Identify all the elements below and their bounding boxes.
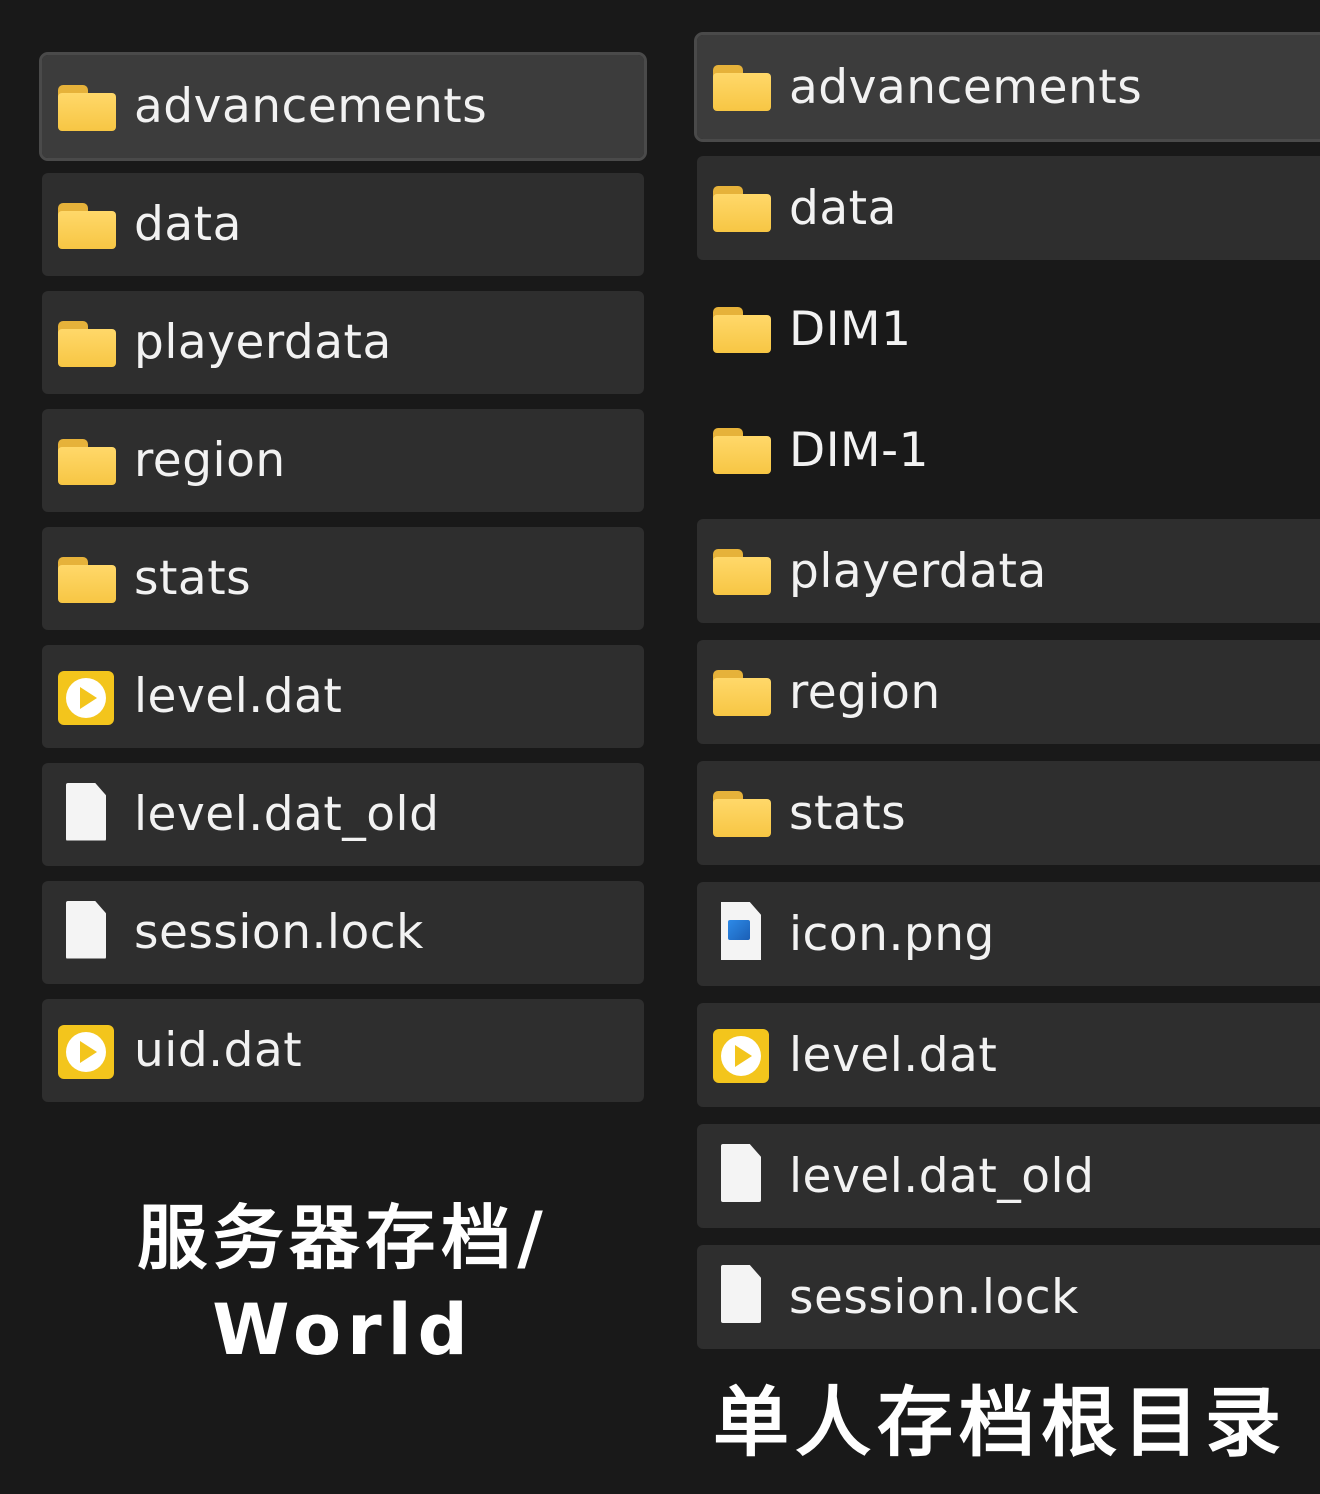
file-name: session.lock [134, 905, 424, 960]
file-row-stats[interactable]: stats [42, 527, 644, 630]
file-row-level-dat[interactable]: level.dat [697, 1003, 1320, 1107]
file-row-playerdata[interactable]: playerdata [697, 519, 1320, 623]
singleplayer-root-file-list: advancements data DIM1 DIM-1 playerdata … [694, 32, 1320, 1366]
file-icon [56, 782, 118, 841]
folder-icon [711, 61, 773, 113]
file-name: session.lock [789, 1269, 1079, 1325]
file-row-region[interactable]: region [42, 409, 644, 512]
file-name: region [789, 664, 941, 720]
folder-icon [711, 545, 773, 597]
file-name: playerdata [134, 315, 392, 370]
folder-icon [711, 182, 773, 234]
file-row-uid-dat[interactable]: uid.dat [42, 999, 644, 1102]
file-name: DIM-1 [789, 422, 929, 478]
file-name: DIM1 [789, 301, 912, 357]
folder-icon [56, 435, 118, 487]
file-icon [711, 1144, 773, 1202]
file-name: stats [789, 785, 907, 841]
singleplayer-root-caption: 单人存档根目录 [713, 1378, 1287, 1467]
file-name: level.dat [789, 1027, 998, 1083]
folder-icon [711, 424, 773, 476]
caption-line-1: 服务器存档/ [137, 1197, 549, 1279]
file-row-dim1[interactable]: DIM1 [697, 277, 1320, 381]
dat-file-icon [711, 1029, 773, 1083]
file-name: data [789, 180, 897, 236]
file-name: advancements [789, 59, 1143, 115]
folder-icon [56, 317, 118, 369]
image-file-icon [711, 902, 773, 960]
folder-icon [711, 666, 773, 718]
file-row-dim-minus1[interactable]: DIM-1 [697, 398, 1320, 502]
server-world-file-list: advancements data playerdata region stat… [39, 52, 647, 1117]
file-name: data [134, 197, 242, 252]
file-row-icon-png[interactable]: icon.png [697, 882, 1320, 986]
folder-icon [711, 787, 773, 839]
dat-file-icon [56, 1024, 118, 1079]
file-icon [711, 1265, 773, 1323]
file-row-session-lock[interactable]: session.lock [42, 881, 644, 984]
file-name: icon.png [789, 906, 995, 962]
file-row-data[interactable]: data [697, 156, 1320, 260]
folder-icon [711, 303, 773, 355]
file-icon [56, 900, 118, 959]
file-name: region [134, 433, 286, 488]
file-name: playerdata [789, 543, 1047, 599]
file-row-playerdata[interactable]: playerdata [42, 291, 644, 394]
file-name: advancements [134, 79, 488, 134]
file-row-stats[interactable]: stats [697, 761, 1320, 865]
file-row-level-dat[interactable]: level.dat [42, 645, 644, 748]
file-name: level.dat [134, 669, 343, 724]
file-row-region[interactable]: region [697, 640, 1320, 744]
file-row-session-lock[interactable]: session.lock [697, 1245, 1320, 1349]
file-name: stats [134, 551, 252, 606]
file-row-advancements[interactable]: advancements [694, 32, 1320, 142]
file-row-level-dat-old[interactable]: level.dat_old [697, 1124, 1320, 1228]
folder-icon [56, 553, 118, 605]
file-name: level.dat_old [134, 787, 440, 842]
caption-line-2: World [212, 1289, 474, 1371]
file-name: level.dat_old [789, 1148, 1095, 1204]
folder-icon [56, 81, 118, 133]
dat-file-icon [56, 670, 118, 725]
file-row-data[interactable]: data [42, 173, 644, 276]
file-row-advancements[interactable]: advancements [39, 52, 647, 161]
file-name: uid.dat [134, 1023, 303, 1078]
server-save-caption: 服务器存档/ World [42, 1192, 644, 1376]
file-row-level-dat-old[interactable]: level.dat_old [42, 763, 644, 866]
folder-icon [56, 199, 118, 251]
